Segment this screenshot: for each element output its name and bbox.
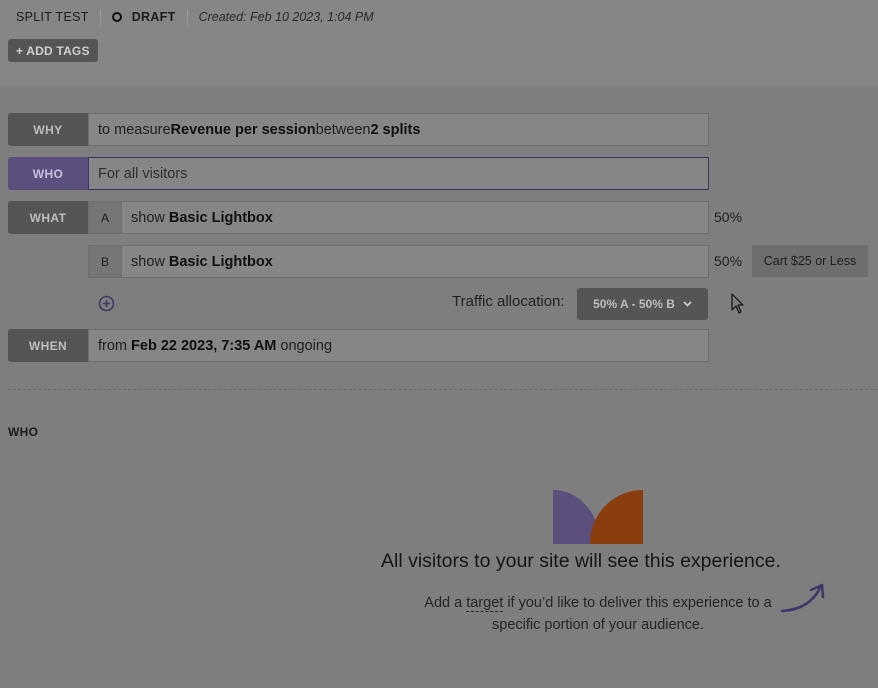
variant-b-name[interactable]: Basic Lightbox: [169, 254, 273, 270]
variant-b-percent: 50%: [714, 253, 743, 269]
add-variant-icon[interactable]: [98, 295, 115, 312]
why-row: WHY to measure Revenue per session betwe…: [8, 113, 709, 146]
when-label: WHEN: [8, 329, 88, 362]
cart-segment-button[interactable]: Cart $25 or Less: [752, 245, 868, 277]
description-text: Add a: [424, 595, 467, 611]
when-row: WHEN from Feb 22 2023, 7:35 AM ongoing: [8, 329, 709, 362]
mouse-cursor-icon: [731, 293, 744, 314]
created-date: Created: Feb 10 2023, 1:04 PM: [198, 10, 374, 24]
what-row-a: WHAT A show Basic Lightbox: [8, 201, 709, 234]
status-badge: DRAFT: [131, 10, 176, 24]
variant-a-name[interactable]: Basic Lightbox: [169, 210, 273, 226]
add-tags-button[interactable]: + ADD TAGS: [8, 39, 98, 62]
variant-b-field[interactable]: show Basic Lightbox: [121, 245, 709, 278]
meta-row: SPLIT TEST DRAFT Created: Feb 10 2023, 1…: [16, 9, 374, 25]
separator: [99, 9, 101, 25]
when-date[interactable]: Feb 22 2023, 7:35 AM: [131, 338, 276, 354]
when-suffix: ongoing: [280, 337, 333, 354]
status-circle-icon: [111, 12, 122, 22]
variant-prefix: show: [131, 209, 165, 226]
who-label: WHO: [8, 157, 88, 190]
audience-illustration-icon: [553, 490, 643, 544]
curved-arrow-icon: [780, 583, 825, 613]
when-field[interactable]: from Feb 22 2023, 7:35 AM ongoing: [88, 329, 709, 362]
why-text: between: [315, 121, 371, 138]
what-label: WHAT: [8, 201, 88, 234]
when-prefix: from: [98, 337, 127, 354]
who-row: WHO For all visitors: [8, 157, 709, 190]
empty-state-description: Add a target if you’d like to deliver th…: [410, 592, 786, 636]
variant-prefix: show: [131, 253, 165, 270]
why-field[interactable]: to measure Revenue per session between 2…: [88, 113, 709, 146]
who-field[interactable]: For all visitors: [88, 157, 709, 190]
separator: [186, 9, 188, 25]
empty-state-title: All visitors to your site will see this …: [381, 550, 781, 572]
why-splits[interactable]: 2 splits: [370, 122, 420, 138]
traffic-allocation-select[interactable]: 50% A - 50% B: [577, 288, 708, 320]
why-text: to measure: [98, 121, 171, 138]
experience-header: SPLIT TEST DRAFT Created: Feb 10 2023, 1…: [0, 0, 878, 86]
what-row-b: B show Basic Lightbox: [88, 245, 709, 278]
variant-a-percent: 50%: [714, 209, 743, 225]
who-section-title: WHO: [8, 425, 39, 439]
experience-type: SPLIT TEST: [16, 10, 89, 24]
target-link[interactable]: target: [466, 595, 504, 612]
traffic-allocation-value: 50% A - 50% B: [593, 297, 675, 311]
section-divider: [8, 389, 878, 390]
why-label: WHY: [8, 113, 88, 146]
variant-letter: A: [88, 201, 121, 234]
variant-a-field[interactable]: show Basic Lightbox: [121, 201, 709, 234]
description-text: if you’d like to deliver this experience…: [492, 595, 772, 633]
why-metric[interactable]: Revenue per session: [171, 122, 316, 138]
variant-letter: B: [88, 245, 121, 278]
who-text: For all visitors: [98, 165, 188, 182]
traffic-allocation-label: Traffic allocation:: [452, 293, 565, 310]
chevron-down-icon: [683, 301, 692, 307]
